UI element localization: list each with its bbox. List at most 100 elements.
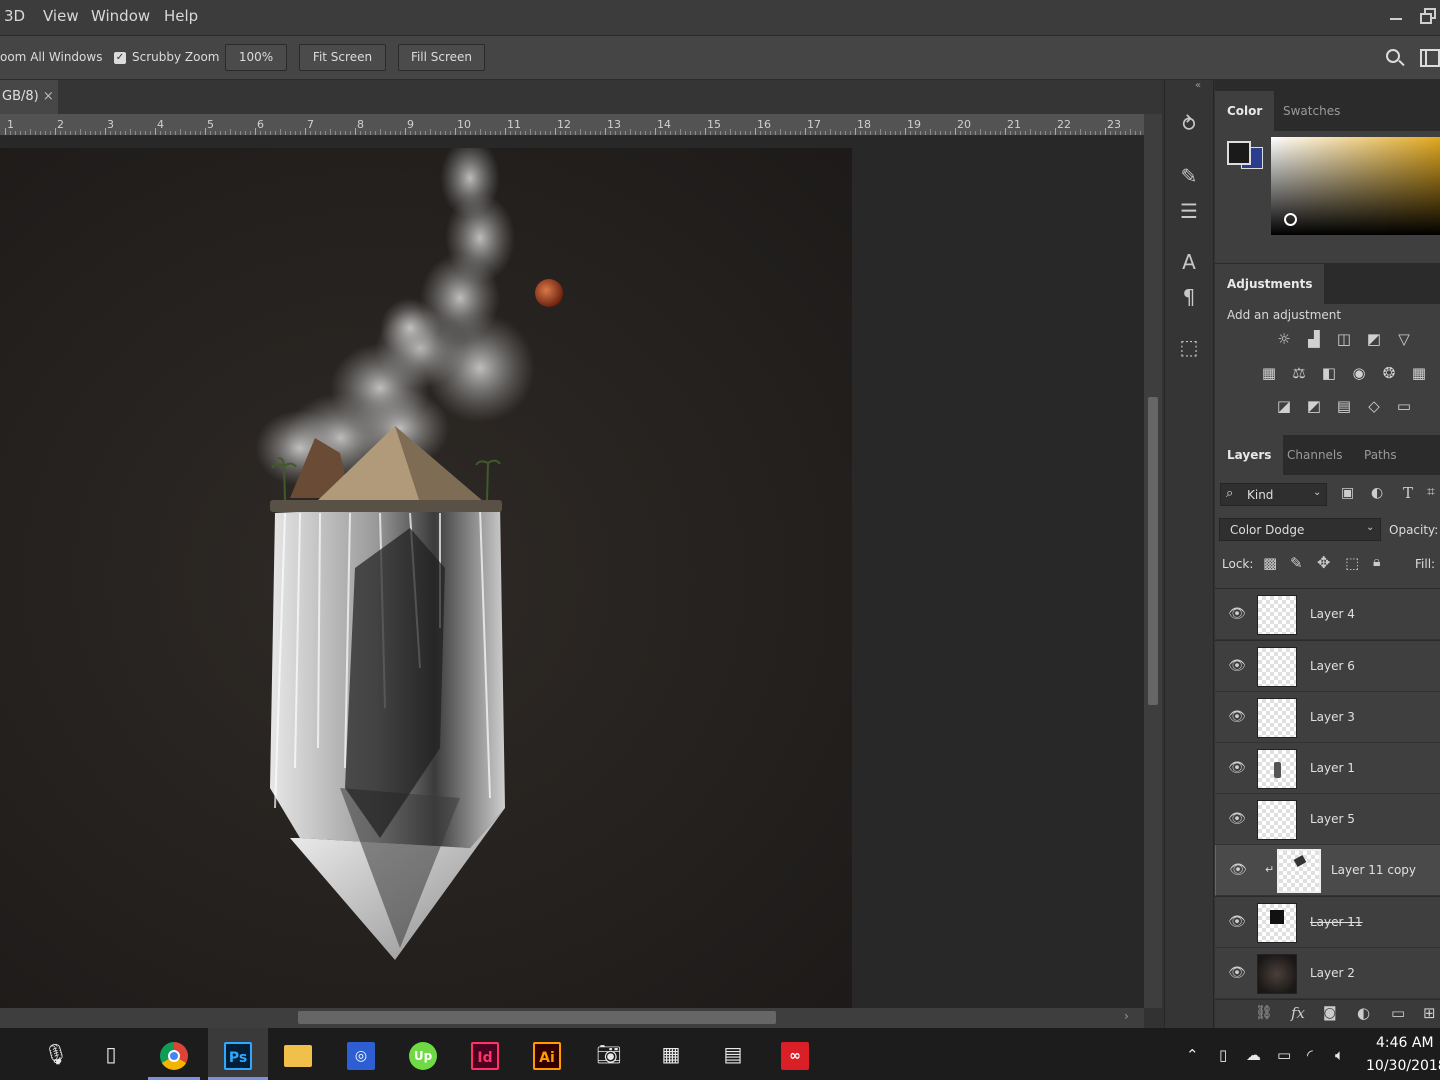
- eye-icon[interactable]: 👁︎: [1228, 861, 1248, 879]
- lock-image-icon[interactable]: ✎: [1290, 554, 1303, 572]
- layer-row[interactable]: 👁︎ Layer 3: [1215, 692, 1440, 743]
- properties-icon[interactable]: ☰: [1175, 197, 1203, 225]
- indesign-taskbar-icon[interactable]: Id: [459, 1028, 511, 1080]
- camera-app-icon[interactable]: ◎: [335, 1028, 387, 1080]
- eye-icon[interactable]: 👁︎: [1227, 913, 1247, 931]
- fill-screen-button[interactable]: Fill Screen: [398, 44, 485, 71]
- blend-mode-select[interactable]: Color Dodge ⌄: [1219, 518, 1381, 541]
- lock-artboard-icon[interactable]: ⬚: [1345, 554, 1359, 572]
- layer-name[interactable]: Layer 2: [1310, 966, 1355, 980]
- eye-icon[interactable]: 👁︎: [1227, 708, 1247, 726]
- creative-cloud-icon[interactable]: ∞: [769, 1028, 821, 1080]
- collapse-panels-icon[interactable]: «: [1195, 80, 1201, 91]
- color-picker-cursor[interactable]: [1284, 213, 1297, 226]
- fit-screen-button[interactable]: Fit Screen: [299, 44, 386, 71]
- close-tab-icon[interactable]: ×: [43, 89, 54, 104]
- filter-adjustment-icon[interactable]: ◐: [1371, 485, 1383, 501]
- tab-channels[interactable]: Channels: [1275, 435, 1355, 475]
- layer-row[interactable]: 👁︎ Layer 5: [1215, 794, 1440, 845]
- search-icon[interactable]: [1384, 47, 1406, 69]
- illustrator-taskbar-icon[interactable]: Ai: [521, 1028, 573, 1080]
- layer-row[interactable]: 👁︎ Layer 4: [1215, 589, 1440, 640]
- onedrive-icon[interactable]: ☁︎: [1246, 1046, 1261, 1064]
- restore-icon[interactable]: [1420, 8, 1440, 26]
- zoom-value-field[interactable]: 100%: [225, 44, 287, 71]
- folder-icon[interactable]: ▭: [1391, 1004, 1405, 1022]
- selective-color-icon[interactable]: ◇: [1363, 395, 1385, 417]
- eye-icon[interactable]: 👁︎: [1227, 605, 1247, 623]
- zoom-all-windows-label[interactable]: oom All Windows: [0, 50, 102, 64]
- layer-row[interactable]: 👁︎ Layer 2: [1215, 948, 1440, 999]
- layer-row[interactable]: 👁︎ Layer 6: [1215, 641, 1440, 692]
- layer-name[interactable]: Layer 6: [1310, 659, 1355, 673]
- adjustment-layer-icon[interactable]: ◐: [1357, 1004, 1370, 1022]
- document-tab[interactable]: GB/8) ×: [0, 80, 58, 114]
- vertical-scrollbar[interactable]: [1144, 114, 1162, 1008]
- task-view-icon[interactable]: ▯: [85, 1028, 137, 1080]
- brush-settings-icon[interactable]: ✎: [1175, 162, 1203, 190]
- chrome-icon[interactable]: [148, 1028, 200, 1080]
- 3d-panel-icon[interactable]: ⬚: [1175, 333, 1203, 361]
- foreground-color-swatch[interactable]: [1227, 141, 1251, 165]
- black-white-icon[interactable]: ◧: [1318, 362, 1340, 384]
- tab-color[interactable]: Color: [1215, 91, 1275, 131]
- clock-time[interactable]: 4:46 AM: [1376, 1035, 1434, 1051]
- hue-saturation-icon[interactable]: ▦: [1258, 362, 1280, 384]
- color-picker-field[interactable]: [1271, 137, 1440, 235]
- volume-muted-icon[interactable]: 🔈︎: [1335, 1046, 1344, 1064]
- menu-help[interactable]: Help: [164, 7, 198, 25]
- minimize-icon[interactable]: [1388, 10, 1404, 26]
- calendar-icon[interactable]: ▦: [645, 1028, 697, 1080]
- layer-row-selected[interactable]: 👁︎ ↵ Layer 11 copy: [1215, 845, 1440, 896]
- show-hidden-icons[interactable]: ⌃: [1186, 1046, 1199, 1064]
- layer-name[interactable]: Layer 1: [1310, 761, 1355, 775]
- posterize-icon[interactable]: ◩: [1303, 395, 1325, 417]
- layer-name[interactable]: Layer 5: [1310, 812, 1355, 826]
- filter-pixel-icon[interactable]: ▣: [1341, 485, 1354, 501]
- color-balance-icon[interactable]: ⚖: [1288, 362, 1310, 384]
- tab-paths[interactable]: Paths: [1352, 435, 1409, 475]
- invert-icon[interactable]: ◪: [1273, 395, 1295, 417]
- lock-position-icon[interactable]: ✥: [1317, 553, 1330, 572]
- character-icon[interactable]: A: [1175, 248, 1203, 276]
- eye-icon[interactable]: 👁︎: [1227, 759, 1247, 777]
- link-icon[interactable]: ⛓︎: [1255, 1005, 1273, 1021]
- menu-view[interactable]: View: [43, 7, 79, 25]
- vertical-scroll-thumb[interactable]: [1148, 397, 1158, 705]
- layer-name[interactable]: Layer 4: [1310, 607, 1355, 621]
- battery-icon[interactable]: ▭: [1277, 1046, 1291, 1064]
- microphone-icon[interactable]: 🎙︎: [30, 1028, 82, 1080]
- new-layer-icon[interactable]: ⊞: [1423, 1004, 1436, 1022]
- color-lookup-icon[interactable]: ▦: [1408, 362, 1430, 384]
- calculator-icon[interactable]: ▤: [707, 1028, 759, 1080]
- history-icon[interactable]: ⥁: [1175, 110, 1203, 138]
- layer-name[interactable]: Layer 3: [1310, 710, 1355, 724]
- file-explorer-icon[interactable]: [272, 1028, 324, 1080]
- levels-icon[interactable]: ▟: [1303, 328, 1325, 350]
- curves-icon[interactable]: ◫: [1333, 328, 1355, 350]
- layer-name[interactable]: Layer 11 copy: [1331, 863, 1416, 877]
- scroll-right-icon[interactable]: ›: [1124, 1009, 1129, 1023]
- gradient-map-icon[interactable]: ▭: [1393, 395, 1415, 417]
- filter-type-icon[interactable]: T: [1403, 484, 1413, 502]
- horizontal-scroll-thumb[interactable]: [298, 1011, 776, 1024]
- tab-swatches[interactable]: Swatches: [1271, 91, 1352, 131]
- artboard-image[interactable]: [0, 138, 852, 1008]
- filter-shape-icon[interactable]: ⌗: [1427, 484, 1435, 500]
- mask-icon[interactable]: ◙: [1323, 1005, 1337, 1021]
- lock-all-icon[interactable]: 🔒︎: [1373, 554, 1380, 570]
- fx-icon[interactable]: fx: [1291, 1004, 1305, 1022]
- exposure-icon[interactable]: ◩: [1363, 328, 1385, 350]
- eye-icon[interactable]: 👁︎: [1227, 810, 1247, 828]
- tab-adjustments[interactable]: Adjustments: [1215, 264, 1325, 304]
- camera-icon[interactable]: 📷︎: [583, 1028, 635, 1080]
- tab-layers[interactable]: Layers: [1215, 435, 1284, 475]
- brightness-contrast-icon[interactable]: ☼: [1273, 328, 1295, 350]
- threshold-icon[interactable]: ▤: [1333, 395, 1355, 417]
- vibrance-icon[interactable]: ▽: [1393, 328, 1415, 350]
- photo-filter-icon[interactable]: ◉: [1348, 362, 1370, 384]
- usb-icon[interactable]: ▯: [1219, 1046, 1227, 1064]
- menu-3d[interactable]: 3D: [4, 7, 25, 25]
- eye-icon[interactable]: 👁︎: [1227, 657, 1247, 675]
- eye-icon[interactable]: 👁︎: [1227, 964, 1247, 982]
